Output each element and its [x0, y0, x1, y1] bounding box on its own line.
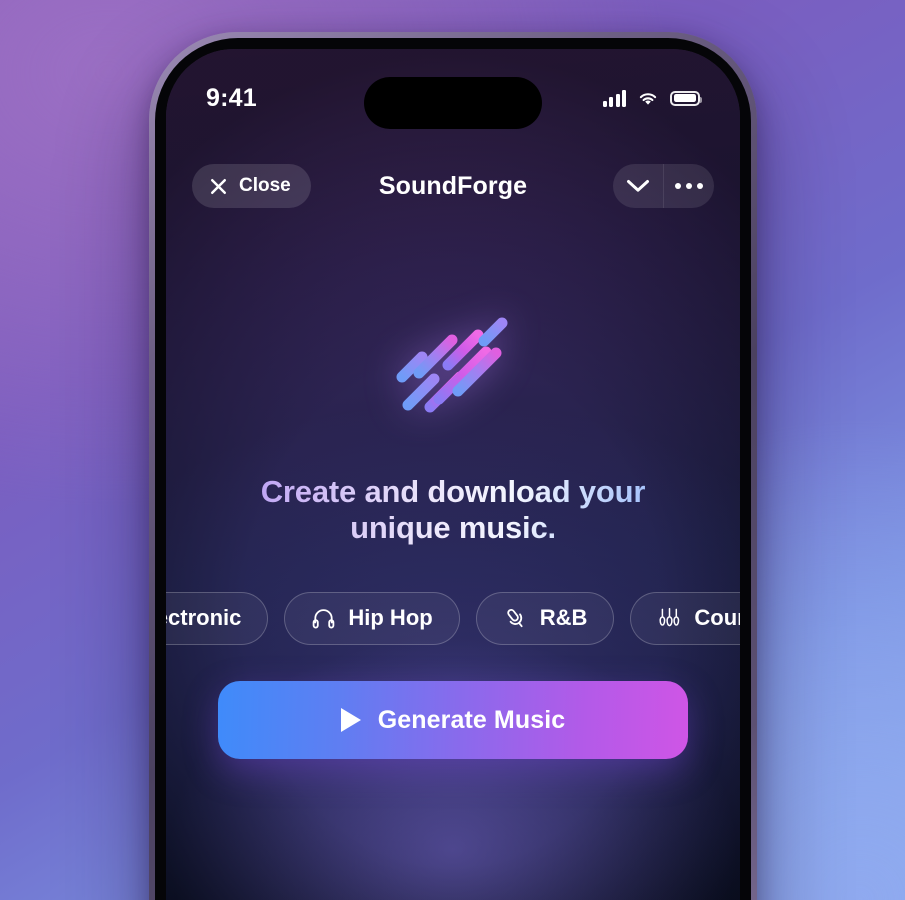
- page-title: SoundForge: [378, 171, 528, 200]
- genre-chip-label: Country: [694, 605, 740, 630]
- status-bar-time: 9:41: [206, 83, 257, 112]
- close-button-label: Close: [239, 175, 291, 196]
- genre-chip-hip-hop[interactable]: Hip Hop: [284, 591, 460, 645]
- close-button[interactable]: Close: [192, 164, 311, 208]
- generate-music-button[interactable]: Generate Music: [218, 681, 688, 759]
- chevron-down-icon: [627, 180, 649, 192]
- phone-screen: 9:41 Close SoundForge Create and downloa…: [166, 49, 740, 900]
- dynamic-island: [364, 77, 542, 129]
- app-nav-bar: Close SoundForge: [166, 158, 740, 214]
- cellular-signal-icon: [602, 90, 626, 107]
- more-options-button[interactable]: [664, 164, 714, 208]
- hero-headline: Create and download your unique music.: [166, 474, 740, 547]
- brand-logo-area: [166, 277, 740, 447]
- wifi-icon: [639, 92, 657, 105]
- nav-actions-group: [613, 164, 714, 208]
- genre-chip-electronic[interactable]: Electronic: [166, 591, 269, 645]
- genre-chips-list: Electronic Hip Hop: [166, 586, 740, 650]
- generate-music-area: Generate Music: [166, 681, 740, 759]
- genre-chip-label: Electronic: [166, 605, 242, 630]
- microphone-icon: [507, 608, 523, 627]
- genre-chip-label: Hip Hop: [348, 605, 433, 630]
- collapse-button[interactable]: [613, 164, 663, 208]
- genre-chips-rail[interactable]: Electronic Hip Hop: [166, 586, 740, 650]
- battery-full-icon: [670, 90, 703, 106]
- genre-chip-label: R&B: [539, 605, 588, 630]
- headphones-icon: [313, 608, 335, 628]
- close-x-icon: [210, 178, 227, 194]
- phone-device: 9:41 Close SoundForge Create and downloa…: [149, 32, 757, 900]
- guitar-icon: [659, 607, 680, 626]
- play-icon: [340, 708, 361, 732]
- soundforge-waveform-logo: [396, 317, 507, 412]
- status-bar-icons: [602, 90, 703, 107]
- more-dots-icon: [675, 183, 703, 189]
- generate-music-label: Generate Music: [377, 705, 566, 734]
- genre-chip-country[interactable]: Country: [630, 591, 740, 645]
- genre-chip-rnb[interactable]: R&B: [475, 591, 615, 645]
